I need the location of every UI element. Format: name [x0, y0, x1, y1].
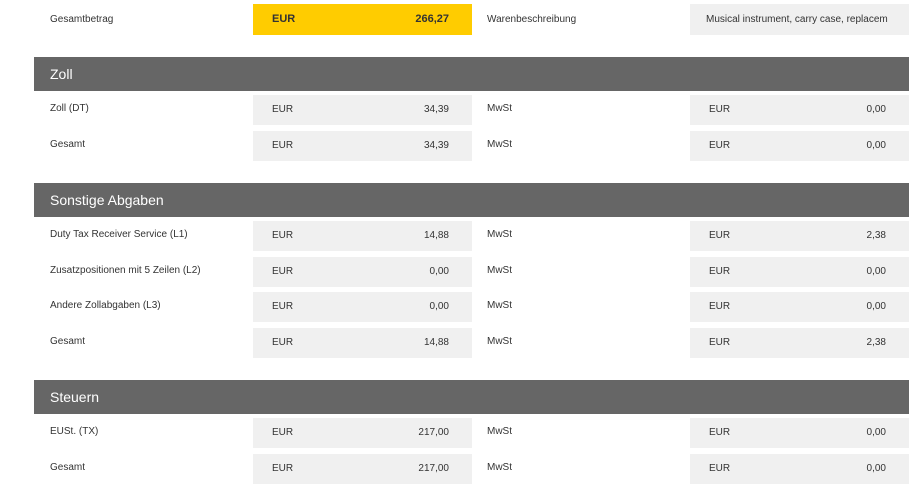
vat-field: EUR 0,00 [690, 418, 909, 448]
table-row: Duty Tax Receiver Service (L1) EUR 14,88… [34, 217, 909, 253]
vat-field: EUR 0,00 [690, 453, 909, 484]
amount-value: 217,00 [418, 427, 449, 438]
amount-value: 14,88 [423, 336, 449, 348]
amount-currency: EUR [272, 462, 294, 474]
vat-currency: EUR [709, 265, 731, 277]
amount-value: 34,39 [423, 139, 449, 151]
amount-currency: EUR [272, 265, 294, 277]
total-value: 266,27 [415, 13, 449, 25]
vat-currency: EUR [709, 104, 731, 115]
vat-label: MwSt [487, 426, 512, 437]
amount-field: EUR 34,39 [253, 95, 472, 125]
vat-value: 0,00 [866, 427, 886, 438]
vat-currency: EUR [709, 230, 731, 241]
total-amount-field: EUR 266,27 [253, 4, 472, 35]
table-row: Gesamt EUR 34,39 MwSt EUR 0,00 [34, 127, 909, 163]
goods-description-field: Musical instrument, carry case, replacem [690, 4, 909, 35]
amount-value: 34,39 [423, 104, 449, 115]
vat-currency: EUR [709, 139, 731, 151]
amount-field: EUR 217,00 [253, 418, 472, 448]
table-row: Gesamt EUR 14,88 MwSt EUR 2,38 [34, 324, 909, 360]
row-label: Gesamt [50, 461, 86, 473]
amount-field: EUR 14,88 [253, 221, 472, 251]
section-header-zoll: Zoll [34, 57, 909, 91]
table-row: Zusatzpositionen mit 5 Zeilen (L2) EUR 0… [34, 253, 909, 289]
row-label: Zusatzpositionen mit 5 Zeilen (L2) [50, 264, 201, 276]
amount-currency: EUR [272, 104, 294, 115]
vat-value: 0,00 [866, 265, 886, 277]
amount-field: EUR 0,00 [253, 292, 472, 322]
row-label: Zoll (DT) [50, 103, 89, 114]
vat-label: MwSt [487, 461, 512, 473]
amount-field: EUR 34,39 [253, 130, 472, 161]
amount-currency: EUR [272, 230, 294, 241]
vat-value: 0,00 [866, 301, 886, 312]
vat-currency: EUR [709, 336, 731, 348]
vat-value: 2,38 [866, 336, 886, 348]
vat-label: MwSt [487, 335, 512, 347]
vat-label: MwSt [487, 264, 512, 276]
row-label: Andere Zollabgaben (L3) [50, 300, 161, 311]
vat-value: 0,00 [866, 462, 886, 474]
amount-currency: EUR [272, 336, 294, 348]
amount-value: 217,00 [418, 462, 449, 474]
row-label: Duty Tax Receiver Service (L1) [50, 229, 188, 240]
table-row: EUSt. (TX) EUR 217,00 MwSt EUR 0,00 [34, 414, 909, 450]
section-header-steuern: Steuern [34, 380, 909, 414]
row-label: Gesamt [50, 335, 86, 347]
vat-currency: EUR [709, 427, 731, 438]
vat-field: EUR 0,00 [690, 292, 909, 322]
total-currency: EUR [272, 13, 296, 25]
amount-field: EUR 217,00 [253, 453, 472, 484]
vat-label: MwSt [487, 300, 512, 311]
section-header-sonstige-abgaben: Sonstige Abgaben [34, 183, 909, 217]
vat-field: EUR 2,38 [690, 221, 909, 251]
amount-field: EUR 14,88 [253, 327, 472, 358]
vat-currency: EUR [709, 301, 731, 312]
table-row: Gesamt EUR 217,00 MwSt EUR 0,00 [34, 450, 909, 486]
table-row: Andere Zollabgaben (L3) EUR 0,00 MwSt EU… [34, 288, 909, 324]
amount-currency: EUR [272, 427, 294, 438]
vat-field: EUR 0,00 [690, 130, 909, 161]
vat-label: MwSt [487, 138, 512, 150]
goods-description-label: Warenbeschreibung [487, 14, 577, 25]
amount-value: 0,00 [429, 265, 449, 277]
vat-value: 0,00 [866, 139, 886, 151]
row-label: Gesamt [50, 138, 86, 150]
row-label: EUSt. (TX) [50, 426, 99, 437]
amount-currency: EUR [272, 301, 294, 312]
vat-field: EUR 0,00 [690, 256, 909, 287]
vat-label: MwSt [487, 229, 512, 240]
vat-label: MwSt [487, 103, 512, 114]
vat-field: EUR 2,38 [690, 327, 909, 358]
amount-value: 14,88 [423, 230, 449, 241]
table-row: Zoll (DT) EUR 34,39 MwSt EUR 0,00 [34, 91, 909, 127]
vat-value: 0,00 [866, 104, 886, 115]
vat-value: 2,38 [866, 230, 886, 241]
summary-row: Gesamtbetrag EUR 266,27 Warenbeschreibun… [34, 0, 909, 40]
amount-value: 0,00 [429, 301, 449, 312]
duty-breakdown-page: Gesamtbetrag EUR 266,27 Warenbeschreibun… [34, 0, 909, 485]
vat-currency: EUR [709, 462, 731, 474]
total-amount-label: Gesamtbetrag [50, 14, 114, 25]
vat-field: EUR 0,00 [690, 95, 909, 125]
amount-currency: EUR [272, 139, 294, 151]
amount-field: EUR 0,00 [253, 256, 472, 287]
